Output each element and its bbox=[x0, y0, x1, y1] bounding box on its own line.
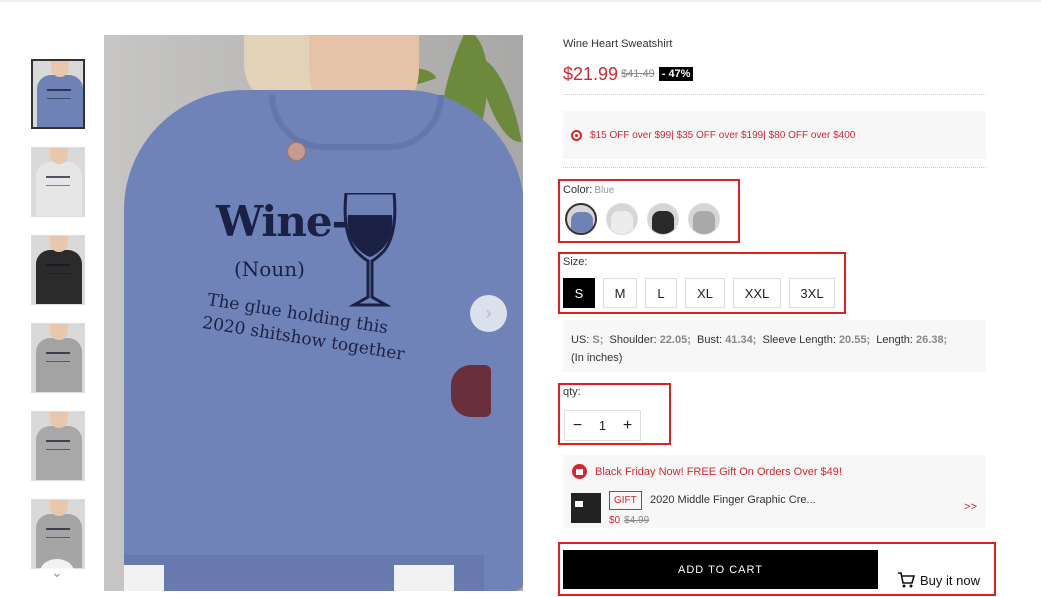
selected-color: Blue bbox=[594, 185, 615, 196]
add-to-cart-button[interactable]: ADD TO CART bbox=[563, 550, 878, 589]
cart-icon bbox=[898, 572, 915, 588]
thumbnail-image[interactable] bbox=[31, 411, 85, 481]
size-option-m[interactable]: M bbox=[603, 278, 637, 308]
size-option-3xl[interactable]: 3XL bbox=[789, 278, 835, 308]
gift-current-price: $0 bbox=[609, 515, 621, 526]
buy-now-button[interactable]: Buy it now bbox=[897, 572, 980, 588]
thumbnail-print bbox=[46, 176, 70, 186]
color-swatch-black[interactable] bbox=[647, 203, 679, 235]
buy-now-label: Buy it now bbox=[920, 572, 980, 588]
length-value: 26.38; bbox=[916, 334, 948, 346]
swatch-shirt bbox=[652, 211, 674, 234]
product-title: Wine Heart Sweatshirt bbox=[563, 38, 673, 50]
promo-banner: $15 OFF over $99| $35 OFF over $199| $80… bbox=[563, 111, 986, 159]
thumbnail-print bbox=[47, 89, 71, 99]
thumbnail-shirt bbox=[36, 426, 82, 480]
tag-icon bbox=[571, 129, 582, 141]
sleeve-label: Sleeve Length: bbox=[762, 334, 836, 346]
size-option-s[interactable]: S bbox=[563, 278, 595, 308]
sleeve-value: 20.55; bbox=[838, 334, 871, 346]
price-row: $21.99 $41.49 - 47% bbox=[563, 63, 694, 85]
thumbnail-print bbox=[46, 440, 70, 450]
shoulder-label: Shoulder: bbox=[609, 334, 657, 346]
size-option-xl[interactable]: XL bbox=[685, 278, 725, 308]
thumbnail-image[interactable] bbox=[31, 147, 85, 217]
size-label: Size: bbox=[563, 256, 588, 268]
promo-text: $15 OFF over $99| $35 OFF over $199| $80… bbox=[590, 129, 856, 141]
gift-price: $0 $4.99 bbox=[609, 515, 649, 526]
quantity-stepper: − 1 + bbox=[564, 410, 641, 441]
thumbnail-print bbox=[46, 264, 70, 274]
thumbnail-shirt bbox=[36, 162, 82, 216]
color-label-text: Color: bbox=[563, 184, 593, 196]
necklace-pendant bbox=[287, 142, 306, 161]
gift-headline: Black Friday Now! FREE Gift On Orders Ov… bbox=[572, 464, 842, 479]
swatch-shirt bbox=[571, 212, 593, 233]
thumbnail-shirt bbox=[36, 250, 82, 304]
color-label: Color: Blue bbox=[563, 184, 614, 196]
gift-original-price: $4.99 bbox=[624, 515, 650, 526]
thumbnail-image[interactable] bbox=[31, 59, 85, 129]
qty-label: qty: bbox=[563, 386, 581, 398]
unit-note: (In inches) bbox=[571, 352, 623, 364]
pants bbox=[124, 565, 164, 591]
bust-label: Bust: bbox=[697, 334, 723, 346]
quantity-value[interactable]: 1 bbox=[590, 418, 615, 433]
thumbnail-image[interactable] bbox=[31, 235, 85, 305]
color-swatch-blue[interactable] bbox=[565, 203, 597, 235]
size-option-xxl[interactable]: XXL bbox=[733, 278, 781, 308]
current-price: $21.99 bbox=[563, 63, 619, 84]
thumbnail-image[interactable] bbox=[31, 323, 85, 393]
thumbnail-shirt bbox=[37, 75, 83, 127]
header-divider bbox=[0, 0, 1041, 2]
gift-badge: GIFT bbox=[609, 491, 642, 510]
divider bbox=[563, 167, 986, 168]
pants bbox=[394, 565, 454, 591]
gift-more-link[interactable]: >> bbox=[964, 501, 977, 513]
gift-product-name[interactable]: 2020 Middle Finger Graphic Cre... bbox=[650, 494, 816, 506]
us-value: S; bbox=[592, 334, 604, 346]
us-label: US: bbox=[571, 334, 590, 346]
gift-product-thumbnail[interactable] bbox=[571, 493, 601, 523]
next-image-button[interactable]: › bbox=[470, 295, 507, 332]
elbow-patch bbox=[451, 365, 491, 417]
gift-headline-text: Black Friday Now! FREE Gift On Orders Ov… bbox=[595, 465, 842, 478]
thumbnail-print bbox=[46, 352, 70, 362]
thumbnail-shirt bbox=[36, 338, 82, 392]
swatch-shirt bbox=[693, 211, 715, 234]
original-price: $41.49 bbox=[621, 68, 655, 80]
color-swatch-gray[interactable] bbox=[688, 203, 720, 235]
wine-glass-graphic bbox=[343, 193, 397, 307]
color-swatches bbox=[565, 203, 720, 235]
free-gift-panel: Black Friday Now! FREE Gift On Orders Ov… bbox=[563, 455, 986, 528]
shoulder-value: 22.05; bbox=[659, 334, 691, 346]
print-word: Wine- bbox=[216, 197, 349, 246]
discount-badge: - 47% bbox=[658, 67, 694, 81]
color-swatch-white[interactable] bbox=[606, 203, 638, 235]
gift-icon bbox=[572, 464, 587, 479]
divider bbox=[563, 94, 986, 95]
thumbnail-print bbox=[46, 528, 70, 538]
swatch-shirt bbox=[611, 211, 633, 234]
decrement-button[interactable]: − bbox=[565, 417, 590, 435]
increment-button[interactable]: + bbox=[615, 417, 640, 435]
length-label: Length: bbox=[876, 334, 913, 346]
print-noun: (Noun) bbox=[234, 257, 305, 281]
product-main-image: Wine- (Noun) The glue holding this 2020 … bbox=[104, 35, 523, 591]
size-options: S M L XL XXL 3XL bbox=[563, 278, 835, 308]
bust-value: 41.34; bbox=[725, 334, 757, 346]
size-option-l[interactable]: L bbox=[645, 278, 677, 308]
chevron-down-icon[interactable]: ⌄ bbox=[40, 559, 74, 585]
size-measurements: US: S; Shoulder: 22.05; Bust: 41.34; Sle… bbox=[563, 320, 986, 372]
